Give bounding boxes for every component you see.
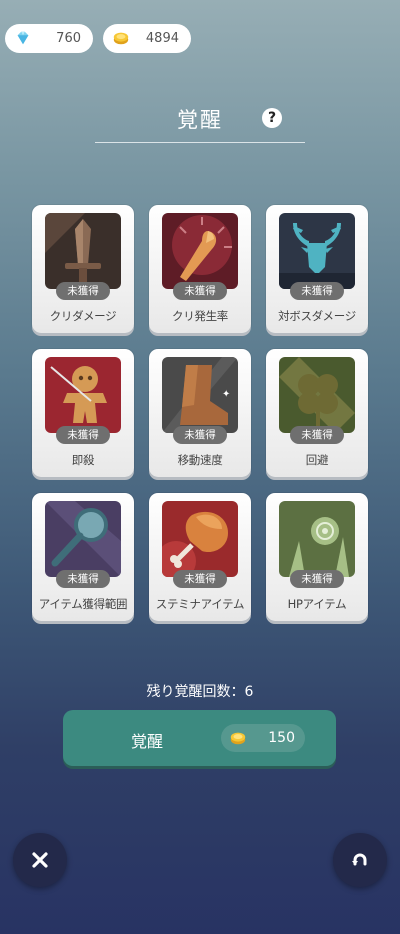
skill-card-move-speed[interactable]: ✦ 未獲得 移動速度 xyxy=(149,349,251,477)
skill-card-boss-damage[interactable]: 未獲得 対ボスダメージ xyxy=(266,205,368,333)
svg-text:✦: ✦ xyxy=(222,389,230,400)
voodoo-doll-icon xyxy=(45,357,121,433)
coin-icon xyxy=(113,32,129,45)
deer-icon xyxy=(279,213,355,289)
status-badge: 未獲得 xyxy=(56,282,110,300)
status-badge: 未獲得 xyxy=(56,570,110,588)
page-title: 覚醒 xyxy=(177,108,223,132)
coin-counter: 4894 xyxy=(103,24,191,53)
skill-card-item-range[interactable]: 未獲得 アイテム獲得範囲 xyxy=(32,493,134,621)
boot-icon: ✦ xyxy=(162,357,238,433)
close-icon xyxy=(32,852,48,868)
help-icon[interactable]: ? xyxy=(262,108,282,128)
remaining-awakenings: 残り覚醒回数：6 xyxy=(146,684,254,700)
status-badge: 未獲得 xyxy=(173,426,227,444)
skill-label: クリ発生率 xyxy=(172,309,228,323)
status-badge: 未獲得 xyxy=(173,282,227,300)
skill-label: 回避 xyxy=(305,453,329,467)
skill-card-evasion[interactable]: 未獲得 回避 xyxy=(266,349,368,477)
status-badge: 未獲得 xyxy=(290,570,344,588)
gem-count: 760 xyxy=(56,31,81,46)
skill-card-instant-kill[interactable]: 未獲得 即殺 xyxy=(32,349,134,477)
magnifier-icon xyxy=(45,501,121,577)
awaken-button[interactable]: 覚醒 150 xyxy=(63,710,336,766)
awaken-button-label: 覚醒 xyxy=(131,732,164,751)
club-icon xyxy=(162,213,238,289)
skill-label: 移動速度 xyxy=(177,453,223,467)
coin-icon xyxy=(230,732,246,745)
sword-icon xyxy=(45,213,121,289)
skill-label: 即殺 xyxy=(71,453,95,467)
skill-label: ステミナアイテム xyxy=(155,597,245,611)
skill-card-hp-item[interactable]: 未獲得 HPアイテム xyxy=(266,493,368,621)
gem-icon xyxy=(17,31,29,45)
meat-icon xyxy=(162,501,238,577)
status-badge: 未獲得 xyxy=(173,570,227,588)
close-button[interactable] xyxy=(13,833,67,887)
skill-card-stamina-item[interactable]: 未獲得 ステミナアイテム xyxy=(149,493,251,621)
status-badge: 未獲得 xyxy=(56,426,110,444)
skill-label: クリダメージ xyxy=(49,309,117,323)
clover-icon xyxy=(279,357,355,433)
skill-label: アイテム獲得範囲 xyxy=(38,597,128,611)
skill-label: 対ボスダメージ xyxy=(278,309,356,323)
herb-icon xyxy=(279,501,355,577)
awaken-cost: 150 xyxy=(221,724,305,752)
status-badge: 未獲得 xyxy=(290,282,344,300)
skill-label: HPアイテム xyxy=(287,597,347,611)
undo-icon xyxy=(352,853,367,866)
awaken-cost-value: 150 xyxy=(268,730,295,746)
skill-card-crit-rate[interactable]: 未獲得 クリ発生率 xyxy=(149,205,251,333)
coin-count: 4894 xyxy=(145,31,179,46)
gem-counter: 760 xyxy=(5,24,93,53)
title-divider xyxy=(95,142,305,143)
reset-button[interactable] xyxy=(333,833,387,887)
status-badge: 未獲得 xyxy=(290,426,344,444)
skill-card-crit-damage[interactable]: 未獲得 クリダメージ xyxy=(32,205,134,333)
